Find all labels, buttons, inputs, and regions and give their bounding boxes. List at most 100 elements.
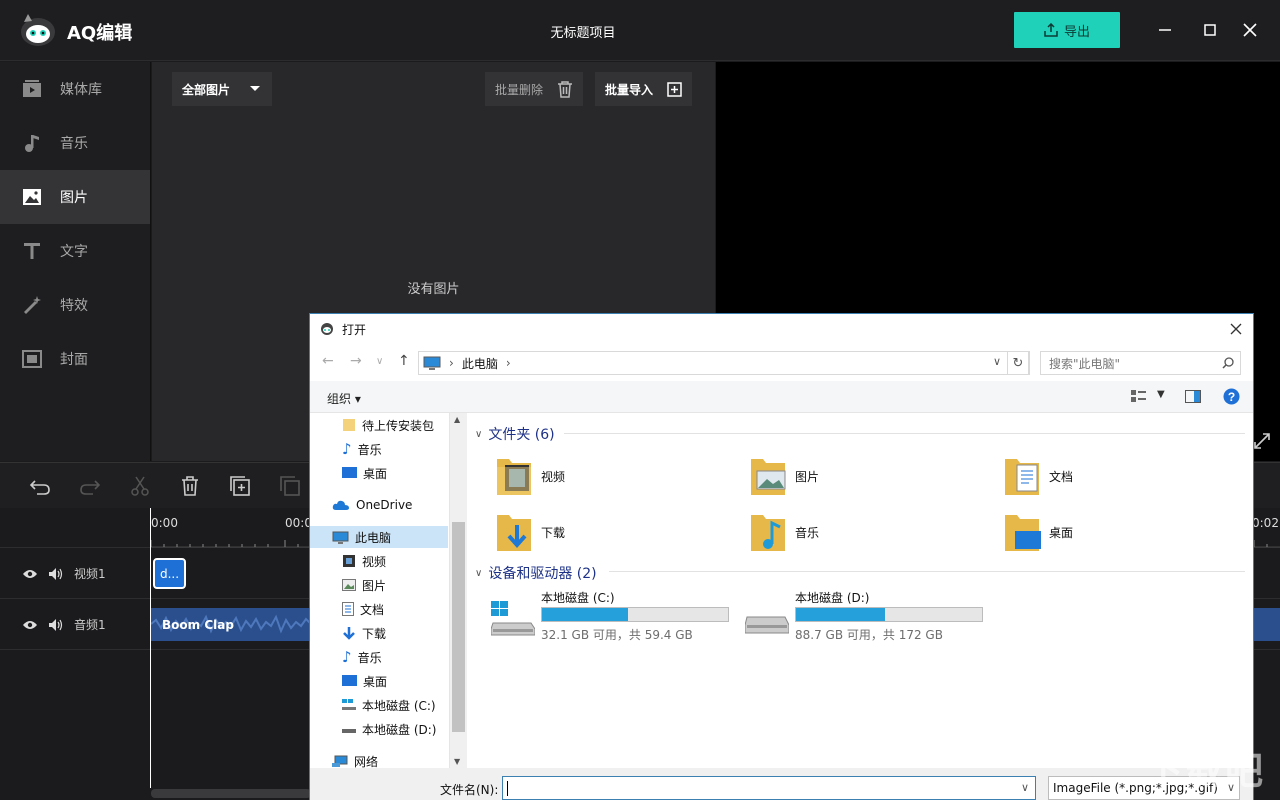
audio-clip-label: Boom Clap: [162, 618, 234, 632]
nav-item-pending-packages[interactable]: 待上传安装包: [342, 414, 434, 436]
folders-group-header[interactable]: ∨ 文件夹 (6): [475, 424, 555, 444]
refresh-button[interactable]: ↻: [1007, 351, 1029, 375]
chevron-down-icon: ∨: [475, 428, 483, 440]
drive-icon: [745, 616, 789, 634]
address-bar[interactable]: › 此电脑 › ∨: [418, 351, 1030, 375]
up-arrow-icon[interactable]: ↑: [398, 353, 410, 369]
fullscreen-icon[interactable]: [1253, 432, 1271, 450]
folder-videos[interactable]: 视频: [495, 455, 565, 497]
chevron-down-icon[interactable]: ▼: [1157, 389, 1165, 400]
nav-item-videos[interactable]: 视频: [342, 550, 386, 572]
sidebar-item-cover[interactable]: 封面: [0, 332, 150, 386]
ruler-label: 0:00: [151, 516, 178, 530]
close-button[interactable]: [1239, 19, 1261, 41]
maximize-button[interactable]: [1199, 19, 1221, 41]
title-bar: AQ编辑 无标题项目 导出: [0, 0, 1280, 61]
volume-icon[interactable]: [48, 618, 64, 632]
sidebar-item-images[interactable]: 图片: [0, 170, 150, 224]
recent-dropdown-icon[interactable]: ∨: [376, 356, 383, 367]
nav-item-desktop[interactable]: 桌面: [342, 462, 387, 484]
nav-item-label: 音乐: [357, 650, 382, 665]
document-icon: [342, 602, 354, 616]
folder-label: 文档: [1049, 469, 1074, 484]
close-icon: [1243, 23, 1257, 37]
ruler-label: 0:02:: [1252, 516, 1280, 530]
video-clip[interactable]: d...: [153, 558, 186, 589]
image-filter-dropdown[interactable]: 全部图片: [172, 72, 272, 106]
redo-icon[interactable]: [79, 475, 101, 497]
audio-clip-tail[interactable]: [1254, 608, 1280, 641]
chevron-down-icon[interactable]: ∨: [993, 355, 1001, 368]
drive-c[interactable]: 本地磁盘 (C:) 32.1 GB 可用，共 59.4 GB: [491, 589, 751, 642]
filename-input[interactable]: ∨: [502, 776, 1036, 800]
batch-delete-button[interactable]: 批量删除: [485, 72, 584, 106]
organize-menu[interactable]: 组织 ▾: [327, 390, 361, 407]
nav-item-this-pc[interactable]: 此电脑: [310, 526, 448, 548]
drive-d[interactable]: 本地磁盘 (D:) 88.7 GB 可用，共 172 GB: [745, 589, 1005, 642]
delete-icon[interactable]: [179, 475, 201, 497]
drive-usage-fill: [796, 608, 886, 621]
documents-folder-icon: [1005, 459, 1039, 495]
folder-documents[interactable]: 文档: [1003, 455, 1073, 497]
app-window: AQ编辑 无标题项目 导出 媒体库 音乐 图片 文字 特效 封面 全部图片 批量…: [0, 0, 1280, 800]
breadcrumb-this-pc[interactable]: 此电脑: [462, 355, 498, 372]
filename-label: 文件名(N):: [440, 783, 499, 797]
export-button[interactable]: 导出: [1014, 12, 1120, 48]
nav-item-pictures[interactable]: 图片: [342, 574, 386, 596]
sidebar-item-media-library[interactable]: 媒体库: [0, 62, 150, 116]
eye-icon[interactable]: [22, 568, 38, 580]
scroll-up-icon[interactable]: ▲: [454, 415, 460, 424]
folder-desktop[interactable]: 桌面: [1003, 511, 1073, 553]
music-note-icon: ♪: [342, 648, 352, 666]
sidebar-item-effects[interactable]: 特效: [0, 278, 150, 332]
chevron-down-icon[interactable]: ∨: [1021, 781, 1029, 794]
sidebar-item-label: 音乐: [60, 136, 88, 152]
nav-item-downloads[interactable]: 下载: [342, 622, 386, 644]
nav-item-label: 本地磁盘 (C:): [362, 698, 436, 713]
dialog-close-button[interactable]: [1225, 318, 1247, 340]
folder-pictures[interactable]: 图片: [749, 455, 819, 497]
nav-item-drive-d[interactable]: 本地磁盘 (D:): [342, 718, 436, 740]
video-icon: [343, 555, 355, 567]
add-box-icon: [667, 81, 682, 97]
search-input[interactable]: 搜索"此电脑": [1040, 351, 1241, 375]
back-arrow-icon[interactable]: ←: [322, 353, 334, 369]
nav-item-music-2[interactable]: ♪ 音乐: [342, 646, 382, 668]
drives-group-header[interactable]: ∨ 设备和驱动器 (2): [475, 563, 597, 583]
forward-arrow-icon[interactable]: →: [350, 353, 362, 369]
copy-icon[interactable]: [279, 475, 301, 497]
nav-item-label: 桌面: [363, 674, 388, 689]
divider: [564, 433, 1245, 434]
minimize-button[interactable]: [1154, 19, 1176, 41]
sidebar-item-music[interactable]: 音乐: [0, 116, 150, 170]
music-note-icon: [25, 135, 39, 152]
volume-icon[interactable]: [48, 567, 64, 581]
help-icon[interactable]: ?: [1223, 388, 1240, 405]
minimize-icon: [1159, 29, 1171, 31]
sidebar-item-text[interactable]: 文字: [0, 224, 150, 278]
search-placeholder: 搜索"此电脑": [1049, 356, 1121, 371]
folder-music[interactable]: 音乐: [749, 511, 819, 553]
pictures-folder-icon: [751, 459, 786, 495]
nav-item-documents[interactable]: 文档: [342, 598, 384, 620]
batch-import-button[interactable]: 批量导入: [595, 72, 693, 106]
preview-pane-icon[interactable]: [1185, 390, 1201, 403]
close-icon: [1230, 323, 1242, 335]
duplicate-icon[interactable]: [229, 475, 251, 497]
view-options-icon[interactable]: [1131, 390, 1147, 404]
drive-info: 88.7 GB 可用，共 172 GB: [795, 628, 943, 642]
undo-icon[interactable]: [29, 475, 51, 497]
scroll-down-icon[interactable]: ▼: [454, 757, 460, 766]
nav-item-desktop-2[interactable]: 桌面: [342, 670, 387, 692]
nav-item-music[interactable]: ♪ 音乐: [342, 438, 382, 460]
nav-item-drive-c[interactable]: 本地磁盘 (C:): [342, 694, 436, 716]
eye-icon[interactable]: [22, 619, 38, 631]
video-folder-icon: [497, 459, 531, 495]
scrollbar-thumb[interactable]: [452, 522, 465, 732]
nav-item-onedrive[interactable]: OneDrive: [332, 494, 412, 516]
folder-downloads[interactable]: 下载: [495, 511, 565, 553]
timeline-scrollbar[interactable]: [151, 789, 311, 798]
picture-icon: [342, 579, 356, 591]
playhead[interactable]: [150, 508, 151, 788]
scissors-icon[interactable]: [129, 475, 151, 497]
